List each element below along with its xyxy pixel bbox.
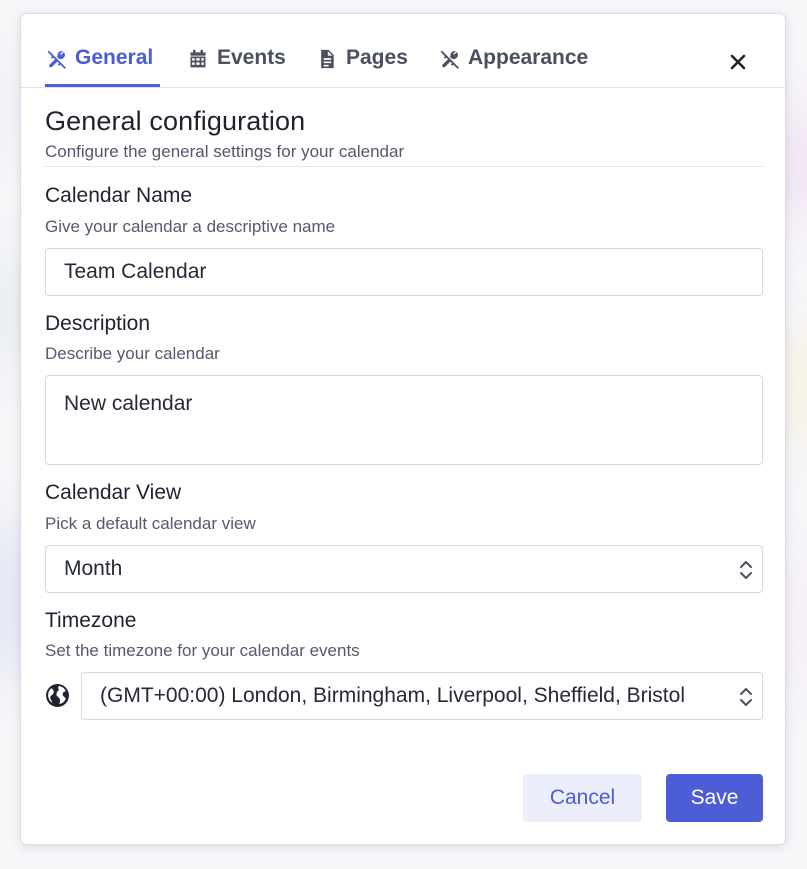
- description-help: Describe your calendar: [45, 344, 220, 364]
- description-textarea[interactable]: New calendar: [45, 375, 763, 465]
- save-button[interactable]: Save: [666, 774, 763, 822]
- cancel-button[interactable]: Cancel: [523, 774, 642, 822]
- section-subtitle: Configure the general settings for your …: [45, 142, 404, 162]
- description-label: Description: [45, 312, 150, 336]
- timezone-help: Set the timezone for your calendar event…: [45, 641, 360, 661]
- tab-general[interactable]: General: [45, 46, 160, 87]
- tab-events[interactable]: Events: [187, 46, 286, 87]
- document-icon: [316, 46, 338, 72]
- globe-icon: [45, 683, 70, 708]
- chevron-up-down-icon: [738, 686, 754, 708]
- timezone-select[interactable]: (GMT+00:00) London, Birmingham, Liverpoo…: [81, 672, 763, 720]
- calendar-icon: [187, 46, 209, 72]
- calendar-settings-modal: General Events Pages Appearance General: [20, 13, 786, 845]
- tools-icon: [45, 46, 67, 72]
- calendar-view-select[interactable]: Month: [45, 545, 763, 593]
- tab-label: Pages: [346, 46, 408, 70]
- timezone-selected: (GMT+00:00) London, Birmingham, Liverpoo…: [100, 684, 685, 708]
- chevron-up-down-icon: [738, 559, 754, 581]
- timezone-label: Timezone: [45, 609, 136, 633]
- section-title: General configuration: [45, 106, 305, 137]
- tab-appearance[interactable]: Appearance: [438, 46, 588, 87]
- tab-label: Events: [217, 46, 286, 70]
- tab-label: General: [75, 46, 153, 70]
- close-icon: [728, 52, 748, 72]
- tools-icon: [438, 46, 460, 72]
- calendar-view-label: Calendar View: [45, 481, 181, 505]
- section-divider: [45, 166, 763, 167]
- calendar-view-selected: Month: [64, 557, 122, 581]
- close-button[interactable]: [724, 48, 752, 76]
- calendar-view-help: Pick a default calendar view: [45, 514, 256, 534]
- calendar-name-label: Calendar Name: [45, 184, 192, 208]
- calendar-name-input[interactable]: Team Calendar: [45, 248, 763, 296]
- tab-bar: General Events Pages Appearance: [21, 14, 785, 88]
- calendar-name-help: Give your calendar a descriptive name: [45, 217, 335, 237]
- tab-pages[interactable]: Pages: [316, 46, 408, 87]
- tab-label: Appearance: [468, 46, 588, 70]
